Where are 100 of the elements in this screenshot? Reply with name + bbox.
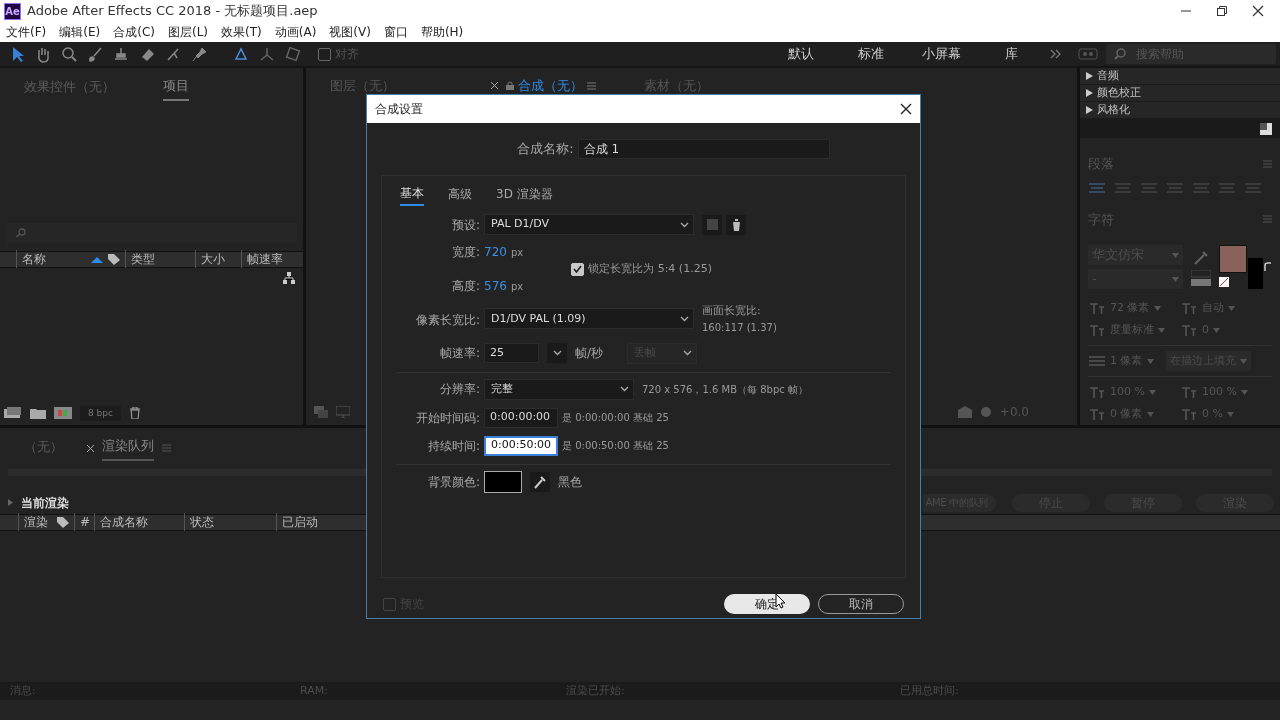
column-header[interactable]: 类型 [125, 250, 195, 268]
field-label: 背景颜色: [426, 473, 480, 491]
bit-depth-button[interactable]: 8 bpc [80, 405, 121, 421]
preview-checkbox[interactable] [383, 597, 396, 611]
menu-item[interactable]: 编辑(E) [59, 23, 101, 41]
workspace-tab[interactable]: 默认 [766, 44, 836, 64]
delete-preset-button[interactable] [726, 214, 746, 235]
dialog-tab[interactable]: 基本 [400, 184, 424, 206]
snap-checkbox[interactable] [318, 47, 331, 61]
start-timecode-field[interactable]: 0:00:00:00 [484, 407, 558, 428]
field-label: 宽度: [450, 244, 480, 261]
leading-icon [1180, 301, 1198, 315]
restore-icon[interactable] [1216, 5, 1228, 17]
no-fill-icon[interactable] [1218, 277, 1229, 287]
kerning-icon [1088, 323, 1106, 337]
duration-field[interactable]: 0:00:50:00 [484, 435, 558, 456]
column-header[interactable]: 已启动 [276, 513, 356, 531]
effect-category[interactable]: 风格化 [1080, 102, 1280, 119]
lock-icon[interactable] [506, 81, 514, 91]
new-bin-icon[interactable] [1260, 122, 1272, 135]
field-label: 画面长宽比: [702, 303, 762, 319]
menu-item[interactable]: 窗口 [383, 23, 408, 41]
brush-icon[interactable] [86, 45, 104, 63]
magnifier-icon[interactable] [60, 45, 78, 63]
menu-item[interactable]: 效果(T) [221, 23, 262, 41]
expand-triangle-icon[interactable] [8, 499, 13, 506]
exposure-icon[interactable] [979, 406, 992, 418]
window-title: Adobe After Effects CC 2018 - 无标题项目.aep [27, 2, 318, 21]
close-icon[interactable] [900, 103, 912, 115]
always-preview-icon[interactable] [314, 406, 328, 418]
swap-colors-icon[interactable] [1264, 262, 1272, 272]
name-field[interactable]: 合成 1 [577, 139, 830, 159]
column-header[interactable]: 大小 [195, 250, 241, 268]
workspace-tab[interactable]: 库 [976, 44, 1046, 64]
stamp-icon[interactable] [112, 45, 130, 63]
column-header[interactable]: 名称 [16, 250, 91, 268]
dialog-title: 合成设置 [375, 101, 423, 118]
resolution-dropdown[interactable]: 完整 [484, 378, 634, 400]
default-colors-icon[interactable] [1190, 270, 1211, 286]
interpret-footage-icon[interactable] [4, 407, 22, 420]
close-icon[interactable] [491, 82, 498, 90]
menu-item[interactable]: 帮助(H) [420, 23, 464, 41]
eyedropper-button[interactable] [530, 471, 550, 492]
world-axis-icon[interactable] [258, 45, 276, 63]
panel-tab[interactable]: 项目 [163, 76, 189, 101]
menu-item[interactable]: 文件(F) [6, 23, 47, 41]
label-tag-icon[interactable] [107, 253, 121, 265]
close-icon[interactable] [87, 444, 94, 452]
folder-icon[interactable] [30, 407, 46, 420]
field-label: 高度: [450, 278, 480, 295]
frame-rate-field[interactable]: 25 [484, 343, 539, 363]
lock-aspect-checkbox[interactable] [571, 262, 585, 276]
height-value[interactable]: 576 [484, 277, 507, 295]
new-composition-icon[interactable] [54, 407, 72, 420]
sync-settings-icon[interactable] [1078, 48, 1098, 60]
column-header[interactable]: 合成名称 [94, 513, 184, 531]
label-tag-icon[interactable] [56, 516, 70, 528]
local-axis-icon[interactable] [232, 45, 250, 63]
trash-icon[interactable] [128, 407, 141, 420]
frame-rate-dropdown-button[interactable] [547, 343, 567, 363]
background-color-swatch[interactable] [484, 470, 522, 493]
search-icon [1114, 48, 1126, 60]
view-axis-icon[interactable] [284, 45, 302, 63]
pin-icon[interactable] [190, 45, 208, 63]
panel-tab[interactable]: 渲染队列 [102, 436, 154, 461]
dropdown-arrow-icon [1171, 276, 1179, 282]
menu-item[interactable]: 图层(L) [167, 23, 209, 41]
more-workspaces-icon[interactable] [1050, 49, 1062, 59]
dropdown-arrow-icon [1228, 305, 1235, 311]
sort-ascending-icon[interactable] [91, 255, 103, 263]
menu-item[interactable]: 视图(V) [329, 23, 371, 41]
effect-category[interactable]: 音频 [1080, 68, 1280, 85]
stroke-color-swatch[interactable] [1247, 258, 1263, 289]
column-header[interactable]: 状态 [184, 513, 276, 531]
unit-label: px [510, 245, 524, 260]
frame-aspect-value: 160:117 (1.37) [702, 320, 777, 335]
dialog-tab[interactable]: 3D 渲染器 [496, 185, 553, 205]
column-header[interactable]: # [74, 513, 94, 531]
dialog-tab[interactable]: 高级 [448, 185, 472, 205]
fill-color-swatch[interactable] [1218, 245, 1247, 273]
lock-aspect-label: 锁定长宽比为 5:4 (1.25) [588, 260, 712, 277]
unit-label: 帧/秒 [575, 345, 604, 362]
column-header[interactable]: 帧速率 [241, 250, 291, 268]
dropdown-arrow-icon [1213, 327, 1220, 333]
effect-category[interactable]: 颜色校正 [1080, 85, 1280, 102]
snapshot-icon[interactable] [957, 406, 972, 418]
flowchart-icon[interactable] [283, 271, 295, 284]
pixel-aspect-dropdown[interactable]: D1/DV PAL (1.09) [484, 308, 694, 330]
chevron-down-icon [620, 386, 629, 392]
width-value[interactable]: 720 [484, 243, 507, 261]
dropdown-arrow-icon [1153, 305, 1161, 311]
workspace-tab[interactable]: 标准 [836, 44, 906, 64]
panel-tab[interactable]: 合成（无） [518, 76, 583, 96]
menu-item[interactable]: 合成(C) [113, 23, 155, 41]
menu-item[interactable]: 动画(A) [274, 23, 317, 41]
eyedropper-icon[interactable] [1192, 248, 1209, 266]
close-icon[interactable] [1252, 5, 1264, 17]
workspace-tab[interactable]: 小屏幕 [906, 44, 976, 64]
column-header[interactable]: 渲染 [18, 513, 56, 531]
preset-dropdown[interactable]: PAL D1/DV [484, 214, 694, 235]
